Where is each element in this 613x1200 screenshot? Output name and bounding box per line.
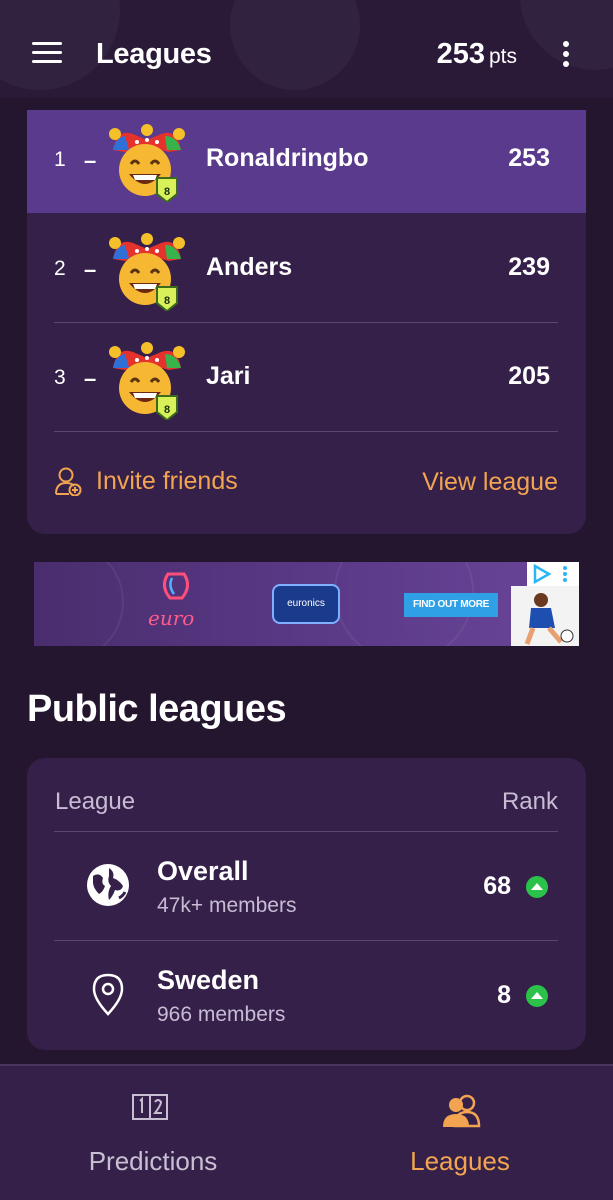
tab-predictions-label: Predictions (88, 1146, 218, 1176)
more-options-icon[interactable] (561, 41, 571, 69)
location-pin-icon (92, 973, 124, 1016)
footballer-image (511, 586, 579, 646)
rank-change-dash: – (84, 148, 97, 173)
header-decoration (230, 0, 360, 90)
tab-leagues[interactable]: Leagues (307, 1066, 613, 1200)
bottom-navigation: Predictions Leagues (0, 1064, 613, 1200)
league-card: 1 – 8 Ronaldringbo 253 2 – 8 Anders 239 … (27, 110, 586, 534)
jester-avatar-icon: 8 (109, 124, 185, 202)
tab-leagues-label: Leagues (410, 1146, 510, 1176)
public-league-rank: 68 (483, 872, 511, 900)
trophy-icon (163, 572, 189, 600)
points-unit: pts (488, 45, 517, 68)
public-league-members: 47k+ members (157, 894, 297, 917)
ad-banner[interactable]: euro euronics FIND OUT MORE (34, 562, 579, 646)
find-out-more-button[interactable]: FIND OUT MORE (404, 593, 498, 617)
menu-icon[interactable] (32, 42, 64, 66)
ad-decoration (34, 562, 124, 646)
view-league-link[interactable]: View league (422, 468, 558, 497)
row-divider (54, 431, 558, 432)
public-league-row-overall[interactable]: Overall 47k+ members 68 (27, 832, 586, 940)
player-name: Jari (206, 362, 251, 390)
public-league-rank: 8 (497, 981, 511, 1009)
league-row[interactable]: 2 – 8 Anders 239 (27, 219, 586, 322)
jester-avatar-icon: 8 (109, 233, 185, 311)
column-header-rank: Rank (501, 788, 558, 815)
rank-change-dash: – (84, 257, 97, 282)
level-badge: 8 (164, 186, 170, 198)
public-league-name: Overall (157, 856, 249, 886)
euronics-logo: euronics (272, 584, 340, 624)
euro-script-text: euro (148, 606, 195, 630)
rank-change-dash: – (84, 366, 97, 391)
womens-euro-logo: euro (144, 572, 204, 638)
add-user-icon (55, 467, 82, 496)
player-points: 205 (508, 362, 550, 390)
player-name: Anders (206, 253, 293, 281)
column-header-league: League (55, 788, 136, 815)
ad-choices-icon[interactable] (527, 562, 579, 586)
public-leagues-card: League Rank Overall 47k+ members 68 Swed… (27, 758, 586, 1050)
scoreboard-icon (132, 1094, 168, 1120)
row-rank: 2 (54, 257, 66, 280)
jester-avatar-icon: 8 (109, 342, 185, 420)
row-divider (54, 322, 558, 323)
level-badge: 8 (164, 404, 170, 416)
total-points: 253 pts (437, 38, 517, 71)
public-league-members: 966 members (157, 1003, 286, 1026)
play-triangle-icon (533, 563, 567, 585)
public-league-name: Sweden (157, 965, 260, 995)
invite-friends-label: Invite friends (96, 466, 238, 495)
player-name: Ronaldringbo (206, 144, 369, 172)
trend-up-icon (526, 876, 548, 898)
footballer-illustration-icon (524, 593, 574, 645)
points-value: 253 (436, 38, 485, 70)
level-badge: 8 (164, 295, 170, 307)
league-row[interactable]: 1 – 8 Ronaldringbo 253 (27, 110, 586, 213)
player-points: 239 (508, 253, 550, 281)
invite-friends-button[interactable]: Invite friends (54, 466, 238, 496)
league-row[interactable]: 3 – 8 Jari 205 (27, 328, 586, 431)
trend-up-icon (526, 985, 548, 1007)
app-header: Leagues 253 pts (0, 0, 613, 98)
tab-predictions[interactable]: Predictions (0, 1066, 306, 1200)
users-group-icon (443, 1094, 481, 1128)
row-rank: 1 (54, 148, 66, 171)
row-rank: 3 (54, 366, 66, 389)
globe-icon (87, 864, 129, 906)
public-leagues-title: Public leagues (27, 688, 287, 730)
public-league-row-sweden[interactable]: Sweden 966 members 8 (27, 941, 586, 1049)
player-points: 253 (508, 144, 550, 172)
page-title: Leagues (96, 38, 212, 70)
